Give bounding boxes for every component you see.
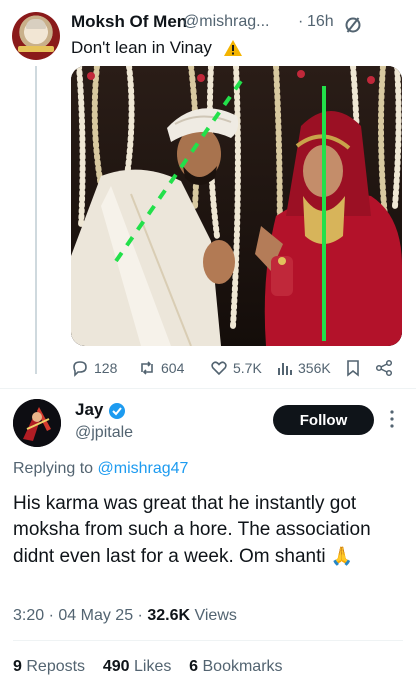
like-action[interactable]: 5.7K [210,359,262,377]
replying-to-line: Replying to @mishrag47 [13,460,188,478]
repost-icon [141,361,153,375]
bookmark-icon[interactable] [344,359,362,377]
tweet-date[interactable]: 04 May 25 [58,607,133,624]
reposts-count: 9 [13,658,22,675]
views-action[interactable]: 356K [275,359,331,377]
warning-icon [224,40,242,56]
bookmarks-count: 6 [189,658,199,675]
bookmarks-stat[interactable]: 6 Bookmarks [189,658,282,675]
parent-timestamp[interactable]: 16h [307,13,334,31]
reposts-stat[interactable]: 9 Reposts [13,658,85,675]
tweet-meta: 3:20 · 04 May 25 · 32.6K Views [13,607,237,625]
replying-prefix: Replying to [13,460,94,477]
thread-connector-line [35,66,37,374]
wedding-couple-photo[interactable] [71,66,402,346]
parent-dot-separator: · [298,13,304,30]
folded-hands-icon: 🙏 [330,546,354,566]
like-count: 5.7K [233,360,262,376]
likes-count: 490 [102,658,130,675]
more-options-icon[interactable] [390,409,394,429]
likes-label: Likes [134,658,172,675]
slashed-circle-icon[interactable] [344,16,362,34]
share-icon[interactable] [375,359,393,377]
reply-author-name[interactable]: Jay [75,400,103,420]
parent-author-handle[interactable]: @mishrag... [183,13,269,31]
heart-icon [211,361,227,376]
tweet-time[interactable]: 3:20 [13,607,44,624]
likes-stat[interactable]: 490 Likes [103,658,172,675]
analytics-icon [278,363,292,375]
divider [0,388,416,389]
repost-action[interactable]: 604 [138,359,184,377]
view-count: 356K [298,360,331,376]
reply-tweet-text: His karma was great that he instantly go… [13,493,371,567]
divider [13,640,403,641]
meta-dot: · [48,607,54,624]
reposts-label: Reposts [26,658,86,675]
views-label: Views [194,607,237,624]
meta-dot: · [137,607,143,624]
reply-action[interactable]: 128 [71,359,117,377]
reply-author-handle[interactable]: @jpitale [75,424,133,442]
reply-count: 128 [94,360,118,376]
parent-author-name[interactable]: Moksh Of Men [71,12,187,32]
parent-avatar[interactable] [12,12,60,60]
engagement-stats: 9 Reposts 490 Likes 6 Bookmarks [13,658,283,676]
bookmarks-label: Bookmarks [202,658,283,675]
reply-tweet-text-block: His karma was great that he instantly go… [13,491,403,570]
reply-icon [73,361,87,377]
reply-avatar[interactable] [13,399,61,447]
follow-button[interactable]: Follow [273,405,374,435]
repost-count: 604 [161,360,185,376]
verified-badge-icon [109,403,125,419]
replying-to-mention[interactable]: @mishrag47 [98,460,189,477]
views-count: 32.6K [147,607,191,624]
parent-tweet-text: Don't lean in Vinay [71,38,212,57]
